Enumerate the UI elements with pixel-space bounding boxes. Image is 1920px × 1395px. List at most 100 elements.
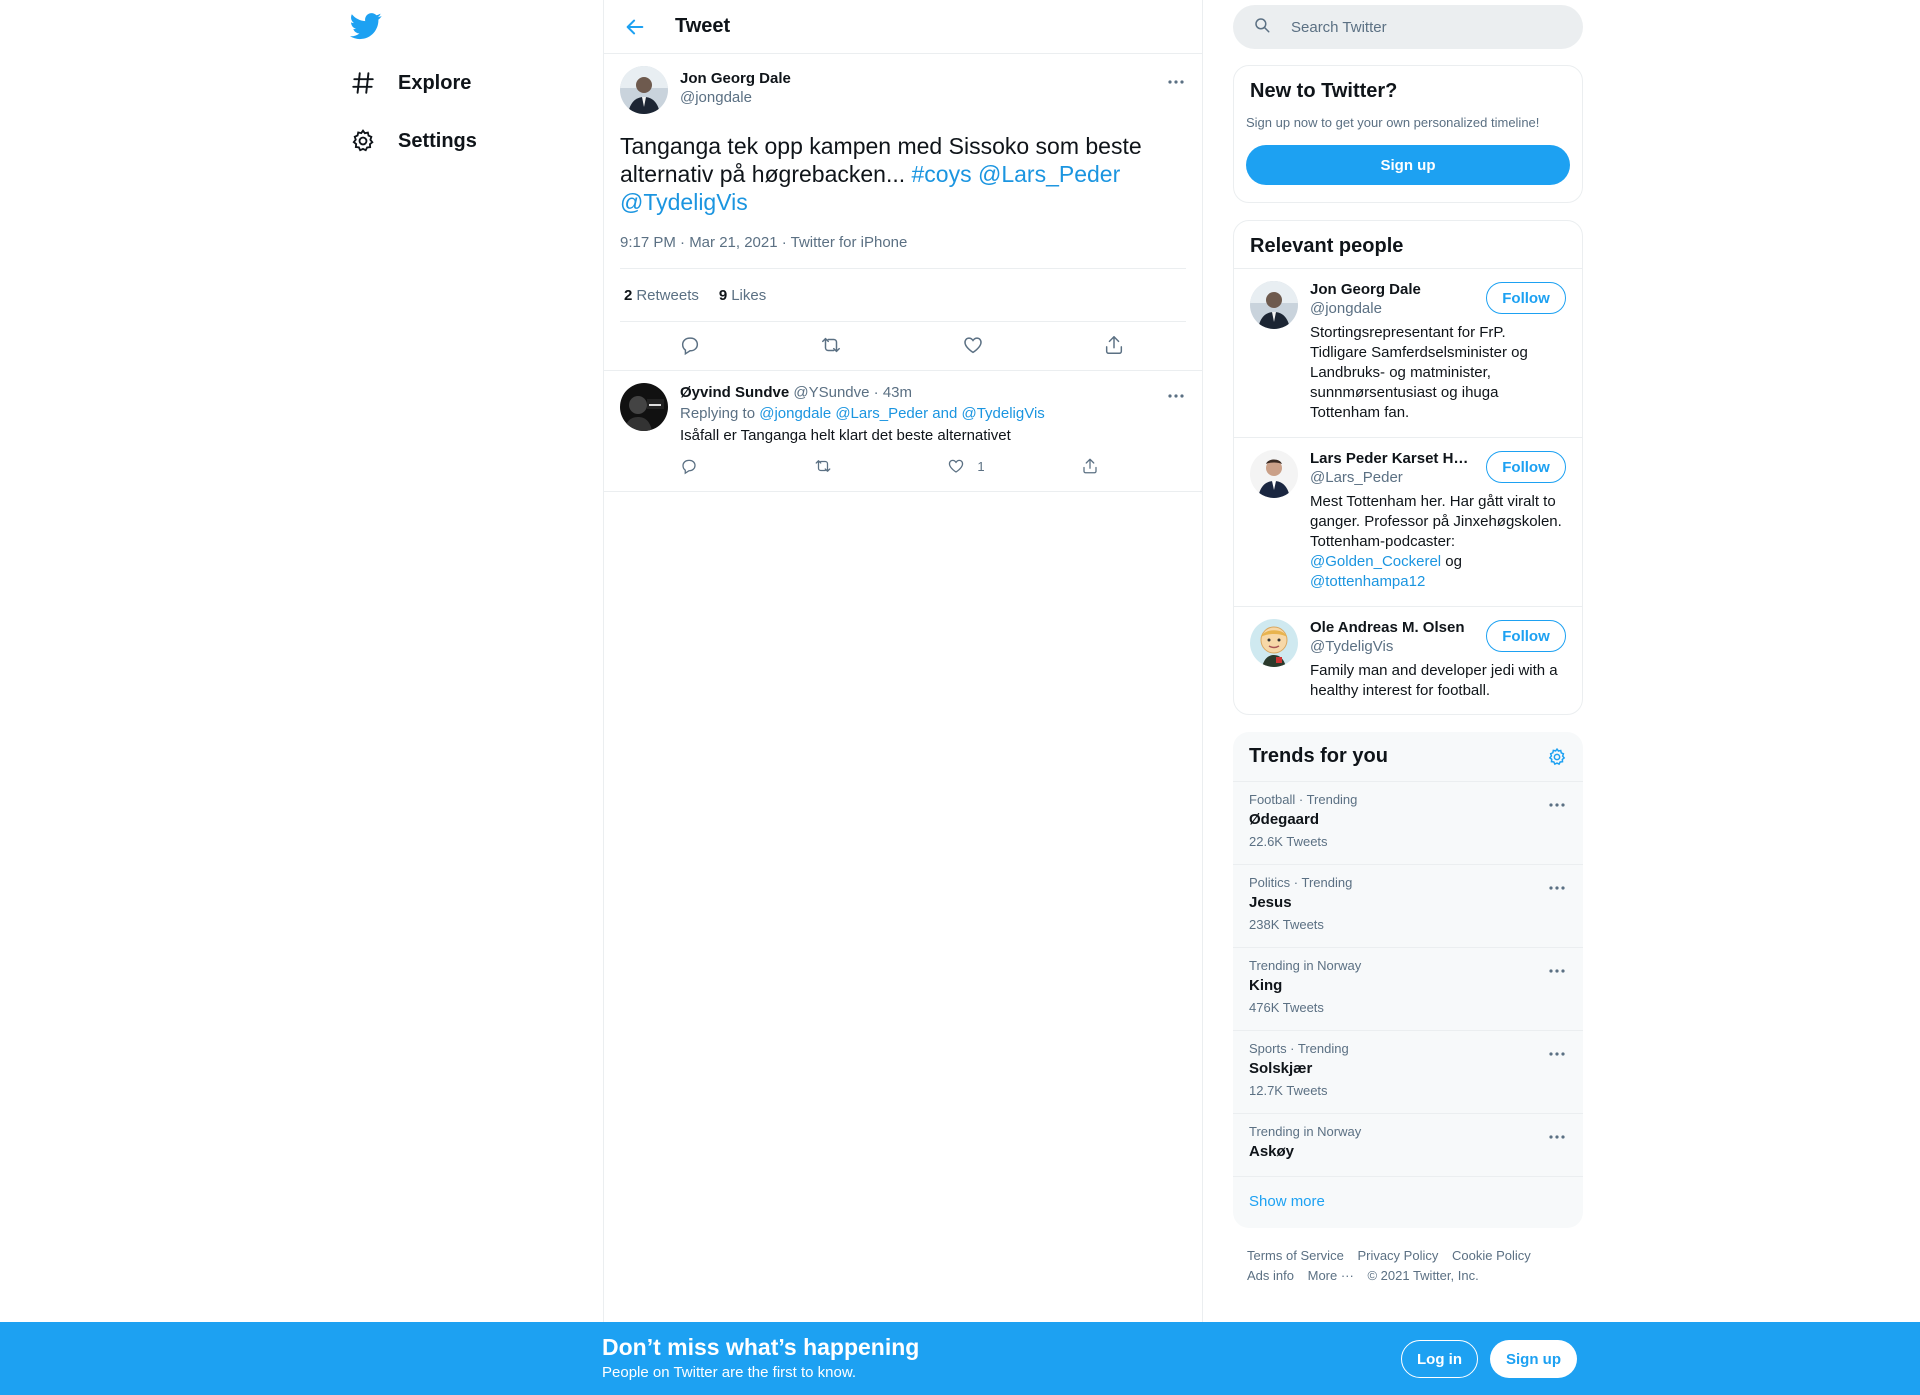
retweets-stat[interactable]: 2 Retweets [624, 287, 699, 304]
trend-meta: Trending in Norway [1249, 1124, 1362, 1139]
person-name[interactable]: Jon Georg Dale [1310, 281, 1470, 298]
twitter-bird-icon[interactable] [349, 10, 382, 42]
terms-link[interactable]: Terms of Service [1247, 1248, 1344, 1263]
more-options-icon[interactable] [1547, 795, 1567, 815]
avatar[interactable] [1250, 450, 1298, 498]
avatar[interactable] [1250, 281, 1298, 329]
like-button[interactable]: 1 [947, 457, 1037, 475]
person-bio: Stortingsrepresentant for FrP. Tidligare… [1310, 324, 1528, 421]
replying-to-links[interactable]: @jongdale @Lars_Peder and @TydeligVis [759, 405, 1045, 422]
retweets-label: Retweets [636, 286, 699, 304]
bio-mention-link[interactable]: @tottenhampa12 [1310, 573, 1425, 590]
more-options-icon[interactable] [1547, 878, 1567, 898]
reply-like-count: 1 [977, 458, 985, 474]
reply-author-handle[interactable]: @YSundve [793, 384, 869, 401]
likes-stat[interactable]: 9 Likes [719, 287, 766, 304]
new-to-twitter-title: New to Twitter? [1250, 80, 1398, 102]
mention-link[interactable]: @Lars_Peder [978, 161, 1120, 187]
new-to-twitter-subtitle: Sign up now to get your own personalized… [1246, 115, 1540, 130]
mention-link[interactable]: @TydeligVis [620, 189, 748, 215]
more-options-icon[interactable] [1166, 386, 1186, 406]
trend-item[interactable]: Trending in Norway King 476K Tweets [1233, 948, 1583, 1031]
more-options-icon[interactable] [1547, 1044, 1567, 1064]
bio-mention-link[interactable]: @Golden_Cockerel [1310, 553, 1441, 570]
nav-explore[interactable]: Explore [350, 63, 471, 103]
arrow-left-icon[interactable] [624, 16, 646, 38]
follow-button[interactable]: Follow [1486, 282, 1566, 314]
reply-separator: · [873, 384, 879, 401]
trend-count: 238K Tweets [1249, 917, 1324, 932]
trend-item[interactable]: Politics · Trending Jesus 238K Tweets [1233, 865, 1583, 948]
banner-subtitle: People on Twitter are the first to know. [602, 1364, 857, 1381]
reply-time[interactable]: 43m [883, 384, 912, 401]
show-more-link[interactable]: Show more [1233, 1177, 1583, 1226]
person-name[interactable]: Ole Andreas M. Olsen [1310, 619, 1470, 636]
search-box[interactable] [1233, 5, 1583, 49]
tweet-timestamp[interactable]: 9:17 PM · Mar 21, 2021 · Twitter for iPh… [620, 234, 1186, 269]
retweet-icon[interactable] [820, 334, 844, 358]
likes-count: 9 [718, 286, 728, 304]
person-bio: Family man and developer jedi with a hea… [1310, 662, 1558, 699]
person-item[interactable]: Jon Georg Dale @jongdale Stortingsrepres… [1234, 269, 1582, 438]
trend-meta: Politics · Trending [1249, 875, 1353, 890]
reply-tweet[interactable]: Øyvind Sundve @YSundve · 43m Replying to… [604, 370, 1202, 492]
retweet-icon[interactable] [814, 457, 904, 475]
tweet-actions [620, 322, 1186, 370]
gear-icon [350, 128, 376, 154]
sign-up-button[interactable]: Sign up [1490, 1340, 1577, 1378]
log-in-button[interactable]: Log in [1401, 1340, 1478, 1378]
tweet-text: Tanganga tek opp kampen med Sissoko som … [620, 132, 1186, 216]
person-name[interactable]: Lars Peder Karset H… [1310, 450, 1470, 467]
nav-explore-label: Explore [398, 71, 472, 94]
reply-icon[interactable] [680, 457, 770, 475]
page-title: Tweet [675, 15, 731, 37]
cookie-link[interactable]: Cookie Policy [1452, 1248, 1531, 1263]
avatar[interactable] [620, 383, 668, 431]
person-item[interactable]: Ole Andreas M. Olsen @TydeligVis Family … [1234, 607, 1582, 714]
trend-name: Ødegaard [1249, 811, 1320, 828]
like-icon [949, 459, 964, 473]
more-link[interactable]: More ··· [1308, 1268, 1354, 1283]
follow-button[interactable]: Follow [1486, 451, 1566, 483]
search-input[interactable] [1291, 18, 1551, 36]
person-item[interactable]: Lars Peder Karset H… @Lars_Peder Mest To… [1234, 438, 1582, 607]
trend-item[interactable]: Sports · Trending Solskjær 12.7K Tweets [1233, 1031, 1583, 1114]
main-tweet: Jon Georg Dale @jongdale Tanganga tek op… [604, 54, 1202, 370]
tweet-author-name[interactable]: Jon Georg Dale [680, 70, 791, 87]
share-icon[interactable] [1081, 457, 1105, 475]
search-icon [1253, 16, 1271, 39]
trend-meta: Trending in Norway [1249, 958, 1362, 973]
avatar[interactable] [1250, 619, 1298, 667]
sign-up-button[interactable]: Sign up [1246, 145, 1570, 185]
tweet-author-handle[interactable]: @jongdale [680, 89, 791, 106]
share-icon[interactable] [1103, 334, 1127, 358]
hashtag-link[interactable]: #coys [912, 161, 972, 187]
person-bio-text: Mest Tottenham her. Har gått viralt to g… [1310, 493, 1562, 550]
trend-meta: Football · Trending [1249, 792, 1358, 807]
privacy-link[interactable]: Privacy Policy [1357, 1248, 1438, 1263]
hashtag-icon [350, 70, 376, 96]
retweets-count: 2 [624, 286, 633, 304]
signup-banner: Don’t miss what’s happening People on Tw… [0, 1322, 1920, 1395]
more-options-icon[interactable] [1547, 961, 1567, 981]
trends-card: Trends for you Football · Trending Ødega… [1233, 732, 1583, 1228]
trend-meta: Sports · Trending [1249, 1041, 1349, 1056]
tweet-header: Tweet [604, 0, 1202, 54]
person-bio-text: og [1441, 553, 1462, 570]
reply-author-name[interactable]: Øyvind Sundve [680, 384, 789, 401]
follow-button[interactable]: Follow [1486, 620, 1566, 652]
trend-item[interactable]: Trending in Norway Askøy [1233, 1114, 1583, 1177]
more-options-icon[interactable] [1547, 1127, 1567, 1147]
more-options-icon[interactable] [1166, 72, 1186, 92]
trend-count: 476K Tweets [1249, 1000, 1324, 1015]
reply-text: Isåfall er Tanganga helt klart det beste… [680, 427, 1011, 444]
gear-icon[interactable] [1547, 747, 1567, 767]
new-to-twitter-card: New to Twitter? Sign up now to get your … [1233, 65, 1583, 203]
avatar[interactable] [620, 66, 668, 114]
ads-info-link[interactable]: Ads info [1247, 1268, 1294, 1283]
trend-item[interactable]: Football · Trending Ødegaard 22.6K Tweet… [1233, 782, 1583, 865]
nav-settings[interactable]: Settings [350, 121, 477, 161]
footer-links: Terms of Service Privacy Policy Cookie P… [1247, 1246, 1567, 1286]
like-icon[interactable] [962, 334, 986, 358]
reply-icon[interactable] [679, 334, 703, 358]
